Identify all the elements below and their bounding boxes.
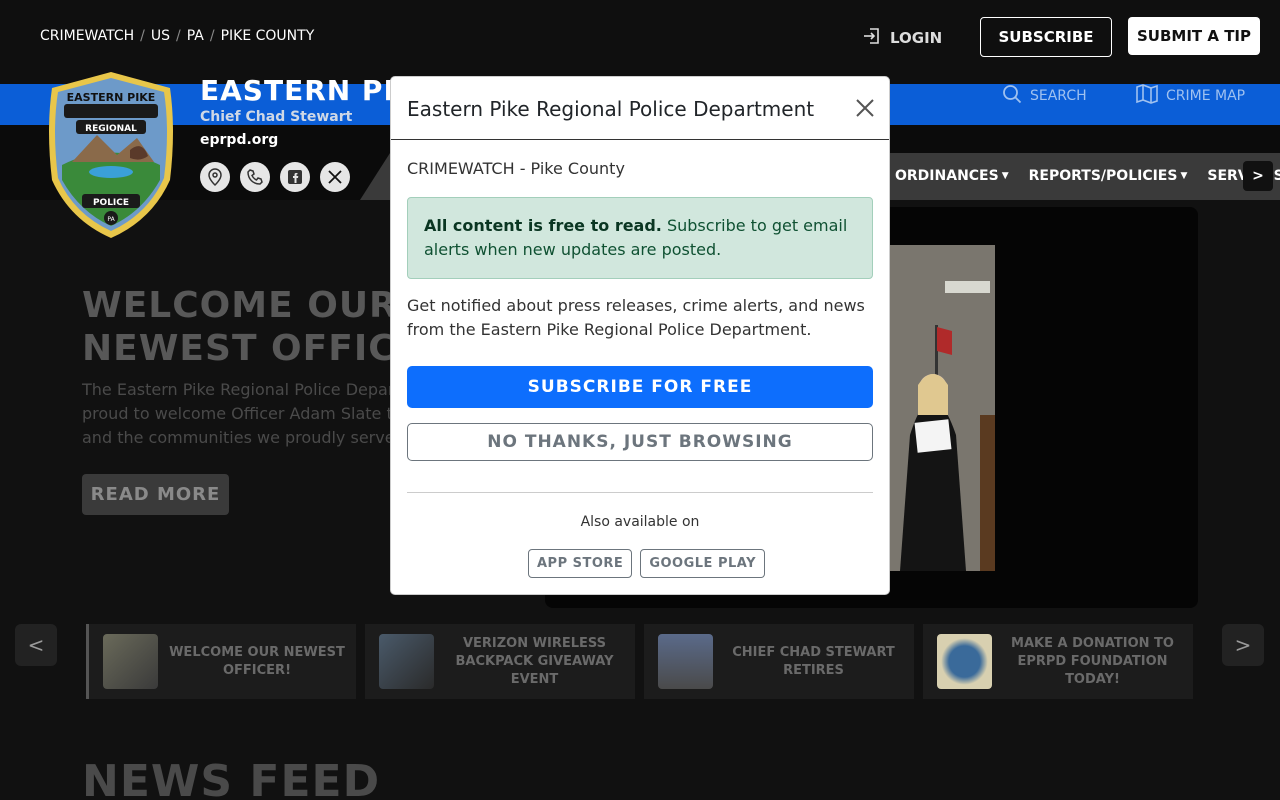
carousel-item[interactable]: CHIEF CHAD STEWART RETIRES (644, 624, 914, 699)
carousel-thumbnail (103, 634, 158, 689)
breadcrumb-separator: / (209, 28, 215, 44)
social-links (200, 162, 350, 192)
free-content-alert: All content is free to read. Subscribe t… (407, 197, 873, 279)
search-link[interactable]: SEARCH (1002, 84, 1087, 108)
modal-subtitle: CRIMEWATCH - Pike County (407, 159, 625, 178)
modal-header: Eastern Pike Regional Police Department (391, 77, 889, 140)
modal-description: Get notified about press releases, crime… (407, 296, 865, 339)
crime-map-label: CRIME MAP (1166, 88, 1246, 104)
agency-logo[interactable]: EASTERN PIKE REGIONAL POLICE PA (42, 70, 180, 240)
breadcrumb-pa[interactable]: PA (187, 28, 204, 44)
search-label: SEARCH (1030, 88, 1087, 104)
submit-tip-button[interactable]: SUBMIT A TIP (1128, 17, 1260, 55)
carousel-item-label: VERIZON WIRELESS BACKPACK GIVEAWAY EVENT (455, 635, 614, 687)
carousel-next-button[interactable]: > (1222, 624, 1264, 666)
subscribe-modal: Eastern Pike Regional Police Department … (390, 76, 890, 595)
x-twitter-icon[interactable] (320, 162, 350, 192)
logo-text-regional: REGIONAL (85, 124, 137, 134)
logo-text-pa: PA (107, 216, 115, 223)
main-nav: ORDINANCES▼ REPORTS/POLICIES▼ SERVICES (895, 168, 1280, 184)
logo-text-police: POLICE (93, 198, 129, 208)
carousel-thumbnail (937, 634, 992, 689)
facebook-icon[interactable] (280, 162, 310, 192)
logo-text-eastern-pike: EASTERN PIKE (67, 91, 156, 104)
modal-divider (407, 492, 873, 493)
map-icon (1136, 84, 1158, 108)
read-more-button[interactable]: READ MORE (82, 474, 229, 515)
modal-title: Eastern Pike Regional Police Department (407, 97, 815, 121)
login-link[interactable]: LOGIN (862, 26, 942, 50)
carousel-item[interactable]: WELCOME OUR NEWEST OFFICER! (86, 624, 356, 699)
hero-photo (890, 245, 995, 571)
login-icon (862, 26, 882, 50)
carousel-thumbnail (379, 634, 434, 689)
chief-name: Chief Chad Stewart (200, 109, 353, 125)
nav-item-ordinances[interactable]: ORDINANCES ▼ (895, 168, 1009, 184)
crime-map-link[interactable]: CRIME MAP (1136, 84, 1246, 108)
breadcrumb-crimewatch[interactable]: CRIMEWATCH (40, 28, 134, 44)
carousel-thumbnail (658, 634, 713, 689)
breadcrumb-separator: / (176, 28, 181, 44)
breadcrumb: CRIMEWATCH / US / PA / PIKE COUNTY (40, 28, 314, 44)
google-play-button[interactable]: GOOGLE PLAY (640, 549, 766, 578)
news-feed-heading: NEWS FEED (82, 756, 381, 800)
hero-title: WELCOME OUR NEWEST OFFICE (82, 285, 422, 369)
nav-scroll-next-button[interactable]: > (1243, 161, 1273, 191)
breadcrumb-separator: / (140, 28, 145, 44)
carousel-prev-button[interactable]: < (15, 624, 57, 666)
nav-item-reports-policies[interactable]: REPORTS/POLICIES ▼ (1029, 168, 1188, 184)
subscribe-for-free-button[interactable]: SUBSCRIBE FOR FREE (407, 366, 873, 408)
login-label: LOGIN (890, 29, 943, 47)
subscribe-button[interactable]: SUBSCRIBE (980, 17, 1112, 57)
search-icon (1002, 84, 1022, 108)
carousel-item-label: CHIEF CHAD STEWART RETIRES (732, 644, 895, 678)
phone-icon[interactable] (240, 162, 270, 192)
carousel-item-label: WELCOME OUR NEWEST OFFICER! (169, 644, 345, 678)
hero-text: The Eastern Pike Regional Police Depar p… (82, 380, 395, 447)
close-icon[interactable] (854, 97, 876, 119)
also-available-label: Also available on (580, 514, 700, 530)
agency-domain[interactable]: eprpd.org (200, 132, 278, 148)
alert-bold-text: All content is free to read. (424, 216, 662, 235)
carousel-item-label: MAKE A DONATION TO EPRPD FOUNDATION TODA… (1011, 635, 1174, 687)
no-thanks-button[interactable]: NO THANKS, JUST BROWSING (407, 423, 873, 461)
carousel-item[interactable]: MAKE A DONATION TO EPRPD FOUNDATION TODA… (923, 624, 1193, 699)
breadcrumb-pike-county[interactable]: PIKE COUNTY (221, 28, 315, 44)
store-buttons: APP STORE GOOGLE PLAY (528, 549, 766, 578)
location-icon[interactable] (200, 162, 230, 192)
app-store-button[interactable]: APP STORE (528, 549, 633, 578)
carousel-item[interactable]: VERIZON WIRELESS BACKPACK GIVEAWAY EVENT (365, 624, 635, 699)
breadcrumb-us[interactable]: US (151, 28, 170, 44)
